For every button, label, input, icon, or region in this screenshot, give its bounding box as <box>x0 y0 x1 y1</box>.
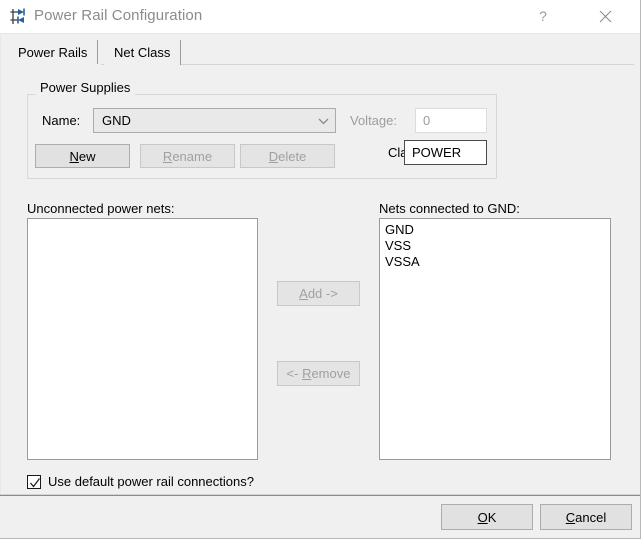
remove-button-label: <- Remove <box>286 366 351 381</box>
close-icon <box>599 10 611 22</box>
power-rail-configuration-dialog: Power Rail Configuration ? Power Rails N… <box>0 0 641 539</box>
tab-power-rails[interactable]: Power Rails <box>8 40 99 65</box>
checkmark-icon <box>30 478 40 488</box>
list-item[interactable]: GND <box>380 219 610 238</box>
rename-button-label: Rename <box>162 148 213 164</box>
rename-button[interactable]: Rename <box>140 144 235 168</box>
voltage-input[interactable]: 0 <box>415 108 487 133</box>
ok-button-label: OK <box>477 509 497 525</box>
tab-power-rails-label: Power Rails <box>18 45 88 60</box>
voltage-input-value: 0 <box>423 113 431 128</box>
power-supplies-group-title: Power Supplies <box>36 80 136 96</box>
add-button-label: Add -> <box>299 286 338 301</box>
use-default-connections-row[interactable]: Use default power rail connections? <box>27 473 254 491</box>
power-rail-icon <box>9 6 30 27</box>
name-combobox-value: GND <box>102 113 131 128</box>
cancel-button-label: Cancel <box>565 509 607 525</box>
list-item[interactable]: VSSA <box>380 254 610 270</box>
voltage-label: Voltage: <box>350 113 397 128</box>
new-button[interactable]: New <box>35 144 130 168</box>
tab-net-class-label: Net Class <box>114 45 171 60</box>
delete-button-label: Delete <box>268 148 307 164</box>
remove-button[interactable]: <- Remove <box>277 361 360 386</box>
add-button[interactable]: Add -> <box>277 281 360 306</box>
use-default-connections-label: Use default power rail connections? <box>48 474 254 489</box>
name-label: Name: <box>42 113 81 128</box>
connected-nets-listbox[interactable]: GND VSS VSSA <box>379 218 611 460</box>
list-item[interactable]: VSS <box>380 238 610 254</box>
tab-net-class[interactable]: Net Class <box>104 40 182 65</box>
name-combobox[interactable]: GND <box>93 108 336 133</box>
help-button[interactable]: ? <box>520 0 566 32</box>
use-default-connections-checkbox[interactable] <box>27 475 41 489</box>
new-button-label: New <box>69 148 96 164</box>
chevron-down-icon[interactable] <box>313 110 334 133</box>
class-input[interactable]: POWER <box>404 140 487 165</box>
title-bar: Power Rail Configuration ? <box>0 0 640 34</box>
ok-button[interactable]: OK <box>441 504 533 530</box>
close-button[interactable] <box>582 0 628 32</box>
window-title: Power Rail Configuration <box>34 7 203 24</box>
question-mark-icon: ? <box>539 8 547 24</box>
tab-underline <box>8 64 634 65</box>
tab-selected-indicator <box>9 64 101 66</box>
cancel-button[interactable]: Cancel <box>540 504 632 530</box>
class-input-value: POWER <box>412 145 462 160</box>
dialog-left-edge <box>0 33 1 494</box>
connected-nets-label: Nets connected to GND: <box>379 201 520 216</box>
delete-button[interactable]: Delete <box>240 144 335 168</box>
tab-strip: Power Rails Net Class <box>8 40 634 66</box>
unconnected-nets-listbox[interactable] <box>27 218 258 460</box>
unconnected-nets-label: Unconnected power nets: <box>27 201 175 216</box>
